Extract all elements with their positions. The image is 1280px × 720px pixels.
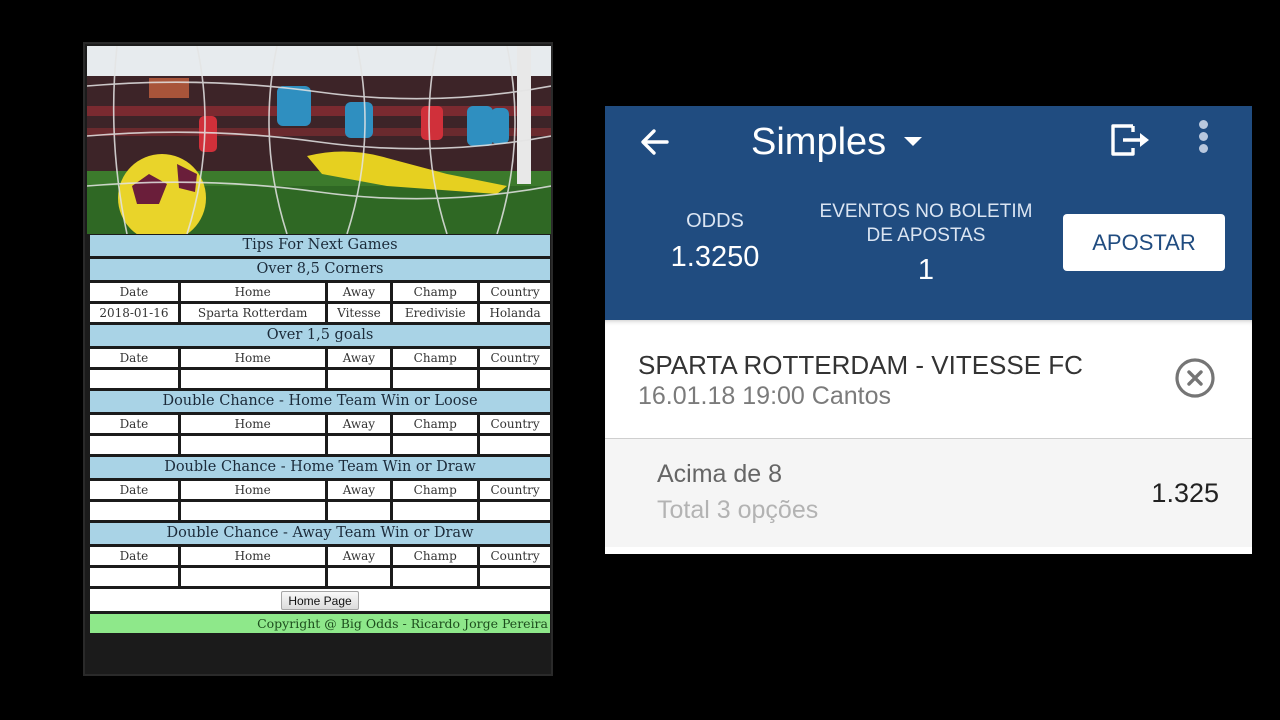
hero-image — [87, 46, 551, 234]
column-header-home: Home — [180, 481, 325, 499]
dropdown-caret-icon — [904, 137, 923, 146]
cell-champ — [393, 436, 478, 454]
column-header-date: Date — [90, 547, 178, 565]
column-header-away: Away — [327, 415, 391, 433]
cell-country — [480, 436, 550, 454]
share-icon[interactable] — [1107, 120, 1155, 160]
cell-champ: Eredivisie — [393, 304, 478, 322]
odds-label: ODDS — [686, 210, 744, 232]
table-header-row: Date Home Away Champ Country — [90, 547, 550, 565]
back-arrow-icon[interactable] — [637, 124, 673, 160]
column-header-away: Away — [327, 547, 391, 565]
section-title: Over 8,5 Corners — [90, 259, 550, 280]
cell-home — [180, 436, 325, 454]
column-header-home: Home — [180, 547, 325, 565]
cell-date — [90, 568, 178, 586]
cell-away — [327, 370, 391, 388]
table-row — [90, 370, 550, 388]
table-header-row: Date Home Away Champ Country — [90, 481, 550, 499]
cell-home — [180, 502, 325, 520]
column-header-date: Date — [90, 481, 178, 499]
column-header-date: Date — [90, 349, 178, 367]
soccer-goal-photo — [87, 46, 551, 234]
odds-value: 1.3250 — [670, 241, 760, 273]
home-button-row: Home Page — [90, 589, 550, 611]
cell-country: Holanda — [480, 304, 550, 322]
cell-away — [327, 436, 391, 454]
column-header-date: Date — [90, 415, 178, 433]
column-header-champ: Champ — [393, 349, 478, 367]
section-title: Double Chance - Home Team Win or Loose — [90, 391, 550, 412]
home-page-button[interactable]: Home Page — [281, 591, 359, 611]
column-header-away: Away — [327, 283, 391, 301]
copyright-footer: Copyright @ Big Odds - Ricardo Jorge Per… — [90, 614, 550, 633]
cell-date — [90, 370, 178, 388]
cell-country — [480, 370, 550, 388]
event-details: 16.01.18 19:00 Cantos — [638, 382, 891, 410]
column-header-champ: Champ — [393, 283, 478, 301]
table-row — [90, 436, 550, 454]
column-header-away: Away — [327, 481, 391, 499]
section-title: Over 1,5 goals — [90, 325, 550, 346]
tips-web-page: Tips For Next Games Over 8,5 Corners Dat… — [83, 42, 553, 676]
events-label-line1: EVENTOS NO BOLETIM — [819, 201, 1033, 222]
cell-home: Sparta Rotterdam — [180, 304, 325, 322]
column-header-champ: Champ — [393, 481, 478, 499]
cell-away — [327, 502, 391, 520]
selection-row[interactable]: Acima de 8 Total 3 opções 1.325 — [605, 439, 1252, 547]
column-header-away: Away — [327, 349, 391, 367]
events-label-line2: DE APOSTAS — [866, 225, 986, 246]
bet-type-label: Simples — [751, 121, 887, 163]
betslip-app: Simples ODDS 1.3250 EVENTOS NO BOLETIM D… — [605, 106, 1252, 554]
column-header-country: Country — [480, 415, 550, 433]
cell-home — [180, 370, 325, 388]
events-value: 1 — [917, 254, 935, 286]
selection-odds: 1.325 — [1151, 478, 1219, 508]
table-row — [90, 568, 550, 586]
column-header-champ: Champ — [393, 415, 478, 433]
selection-options-count: Total 3 opções — [657, 496, 819, 524]
table-row: 2018-01-16 Sparta Rotterdam Vitesse Ered… — [90, 304, 550, 322]
column-header-home: Home — [180, 415, 325, 433]
table-header-row: Date Home Away Champ Country — [90, 283, 550, 301]
bet-type-dropdown[interactable]: Simples — [751, 116, 923, 168]
cell-country — [480, 568, 550, 586]
app-header: Simples ODDS 1.3250 EVENTOS NO BOLETIM D… — [605, 106, 1252, 320]
cell-away — [327, 568, 391, 586]
event-row: SPARTA ROTTERDAM - VITESSE FC 16.01.18 1… — [605, 320, 1252, 439]
section-title: Double Chance - Home Team Win or Draw — [90, 457, 550, 478]
column-header-home: Home — [180, 349, 325, 367]
column-header-date: Date — [90, 283, 178, 301]
cell-date: 2018-01-16 — [90, 304, 178, 322]
cell-date — [90, 436, 178, 454]
table-row — [90, 502, 550, 520]
cell-champ — [393, 568, 478, 586]
column-header-country: Country — [480, 481, 550, 499]
table-header-row: Date Home Away Champ Country — [90, 415, 550, 433]
more-options-icon[interactable] — [1195, 120, 1211, 160]
cell-date — [90, 502, 178, 520]
events-count: EVENTOS NO BOLETIM DE APOSTAS 1 — [811, 200, 1041, 287]
column-header-country: Country — [480, 349, 550, 367]
cell-country — [480, 502, 550, 520]
cell-away: Vitesse — [327, 304, 391, 322]
section-title: Double Chance - Away Team Win or Draw — [90, 523, 550, 544]
column-header-country: Country — [480, 547, 550, 565]
tips-table: Tips For Next Games Over 8,5 Corners Dat… — [87, 232, 553, 636]
column-header-country: Country — [480, 283, 550, 301]
remove-event-icon[interactable] — [1173, 356, 1217, 400]
place-bet-button[interactable]: APOSTAR — [1063, 214, 1225, 271]
total-odds: ODDS 1.3250 — [645, 210, 785, 274]
tips-main-title: Tips For Next Games — [90, 235, 550, 256]
cell-champ — [393, 370, 478, 388]
selection-name: Acima de 8 — [657, 460, 783, 488]
cell-champ — [393, 502, 478, 520]
event-name: SPARTA ROTTERDAM - VITESSE FC — [638, 350, 1083, 380]
column-header-champ: Champ — [393, 547, 478, 565]
table-header-row: Date Home Away Champ Country — [90, 349, 550, 367]
column-header-home: Home — [180, 283, 325, 301]
cell-home — [180, 568, 325, 586]
